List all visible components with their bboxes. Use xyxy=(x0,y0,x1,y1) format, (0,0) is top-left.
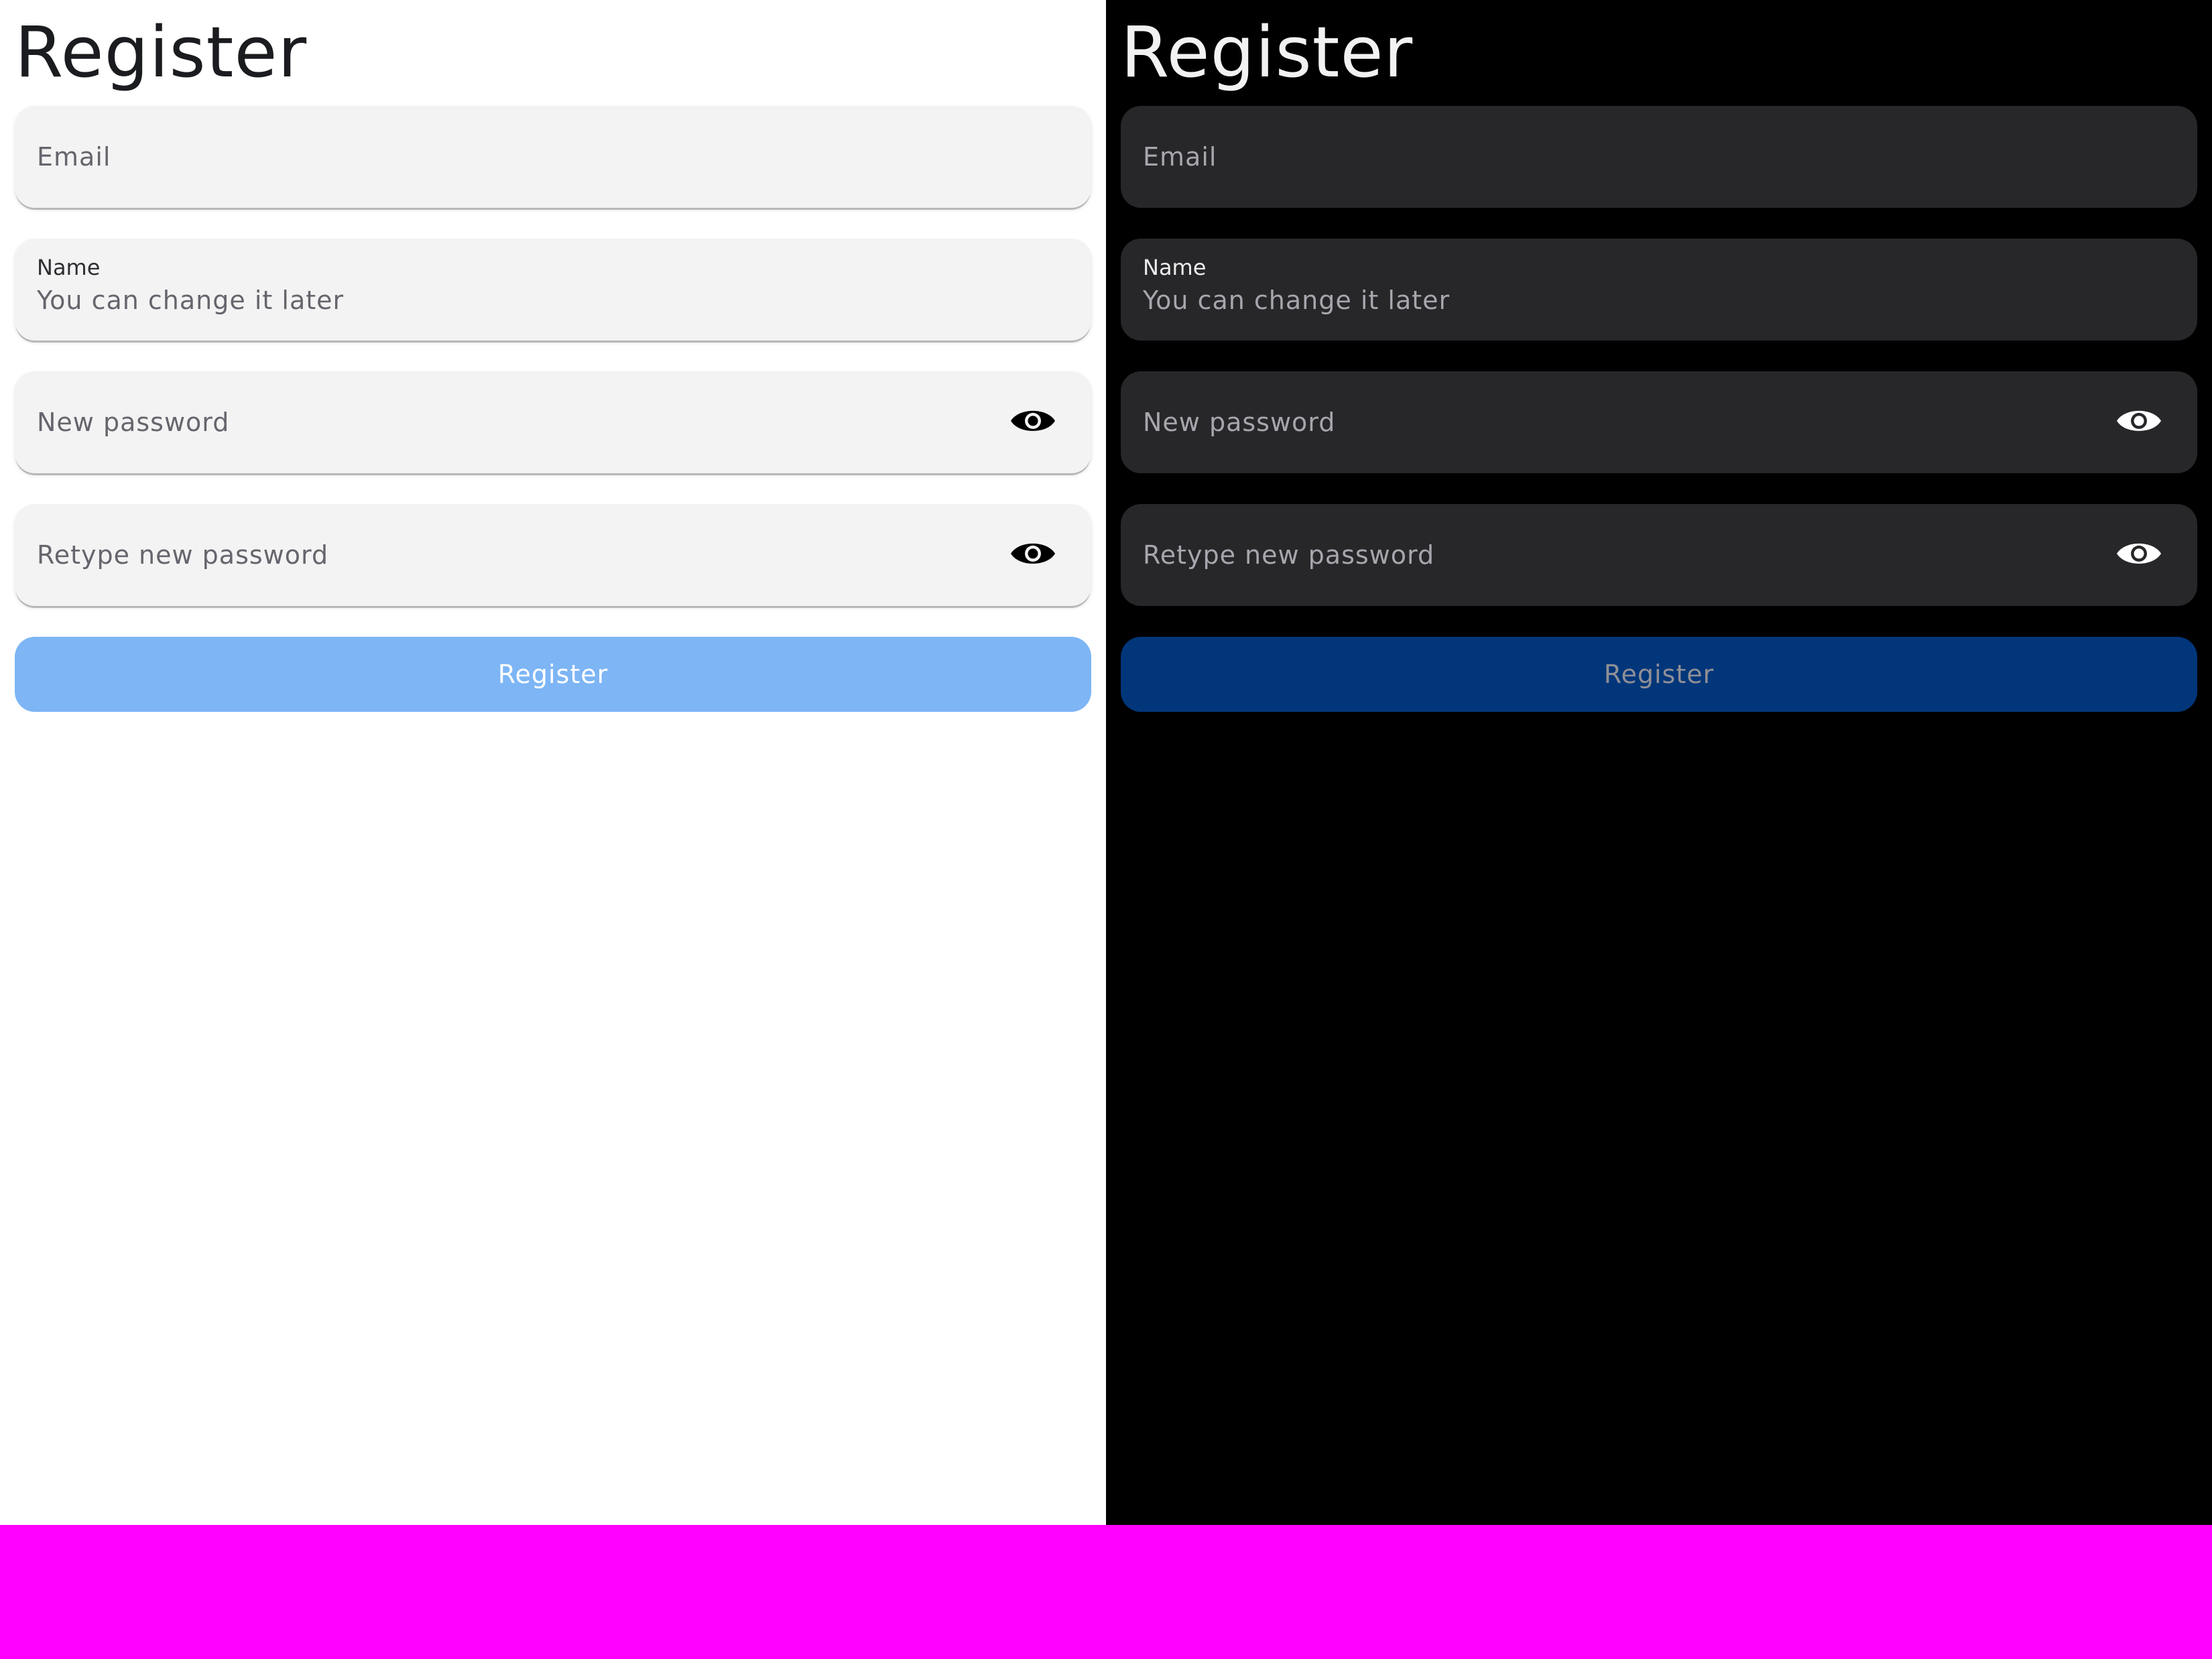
register-button[interactable]: Register xyxy=(1121,637,2197,712)
bottom-bar xyxy=(0,1525,2212,1659)
new-password-field[interactable]: New password xyxy=(1121,371,2197,473)
retype-password-placeholder: Retype new password xyxy=(37,540,329,570)
eye-icon[interactable] xyxy=(1009,536,1056,571)
email-placeholder: Email xyxy=(37,142,111,172)
light-theme-panel: Register Email Name You can change it la… xyxy=(0,0,1106,1525)
name-placeholder: You can change it later xyxy=(1143,286,1451,315)
dark-theme-panel: Register Email Name You can change it la… xyxy=(1106,0,2212,1525)
eye-icon[interactable] xyxy=(1009,404,1056,438)
retype-password-field[interactable]: Retype new password xyxy=(15,504,1091,606)
new-password-placeholder: New password xyxy=(37,408,230,437)
email-field[interactable]: Email xyxy=(1121,106,2197,208)
name-field[interactable]: Name You can change it later xyxy=(1121,239,2197,341)
name-field[interactable]: Name You can change it later xyxy=(15,239,1091,341)
register-button[interactable]: Register xyxy=(15,637,1091,712)
new-password-field[interactable]: New password xyxy=(15,371,1091,473)
eye-icon[interactable] xyxy=(2115,404,2162,438)
name-placeholder: You can change it later xyxy=(37,286,345,315)
email-placeholder: Email xyxy=(1143,142,1217,172)
page-title: Register xyxy=(15,11,308,93)
page-title: Register xyxy=(1121,11,1414,93)
email-field[interactable]: Email xyxy=(15,106,1091,208)
retype-password-placeholder: Retype new password xyxy=(1143,540,1435,570)
new-password-placeholder: New password xyxy=(1143,408,1336,437)
eye-icon[interactable] xyxy=(2115,536,2162,571)
name-label: Name xyxy=(37,255,101,280)
name-label: Name xyxy=(1143,255,1207,280)
retype-password-field[interactable]: Retype new password xyxy=(1121,504,2197,606)
